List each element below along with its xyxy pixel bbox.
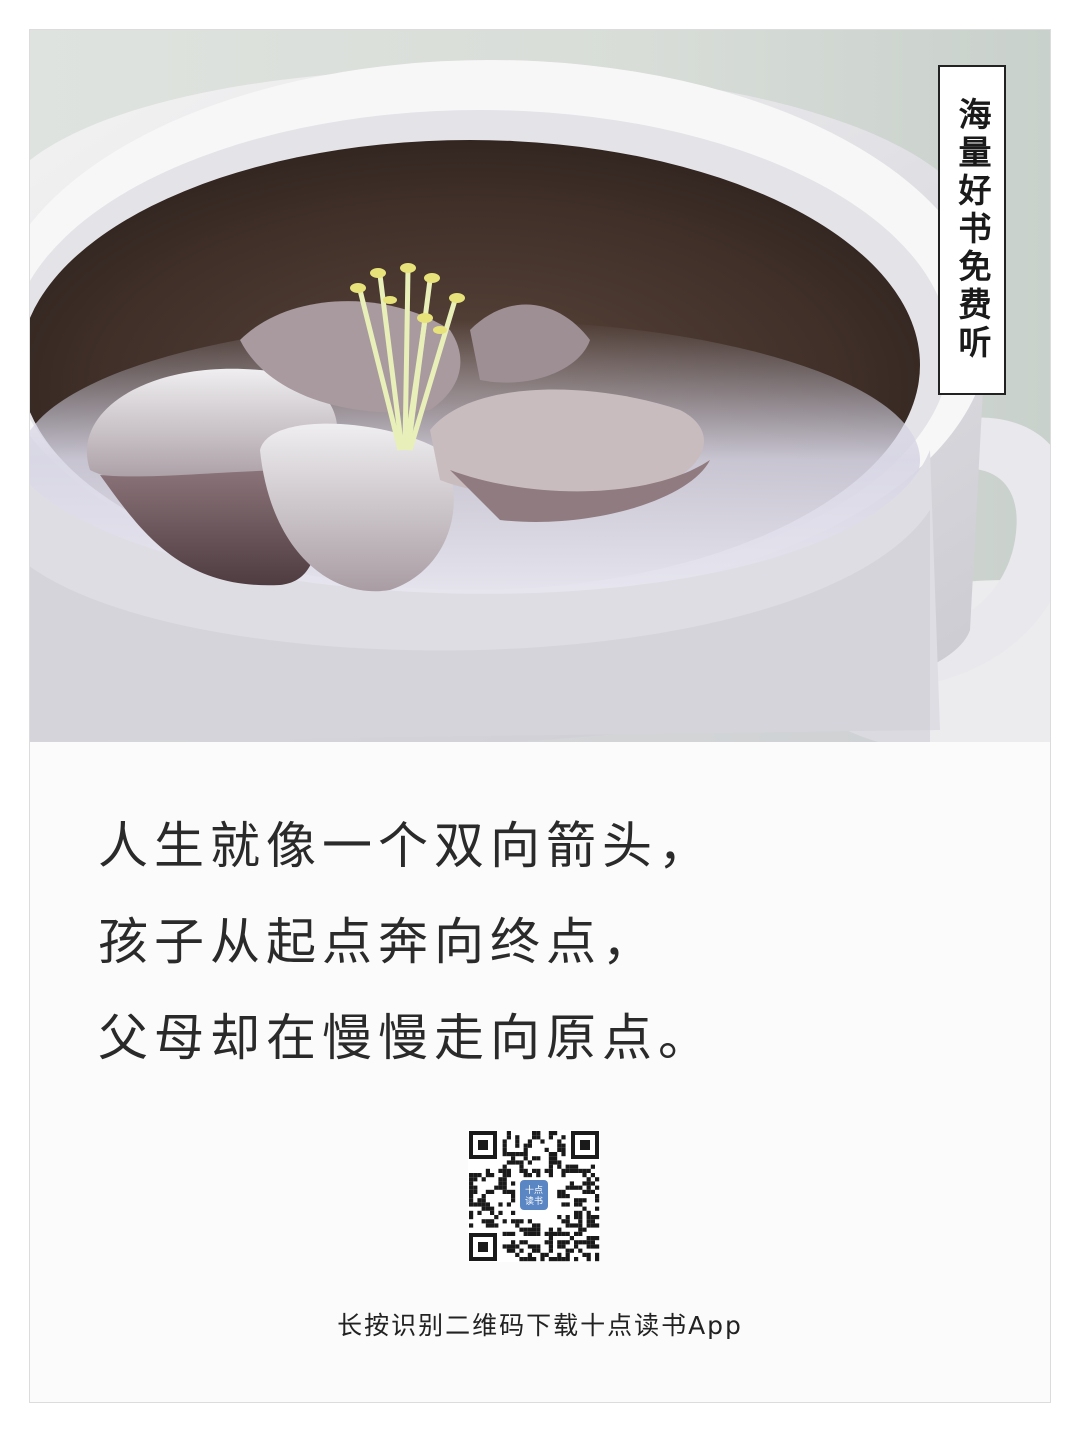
quote-line-3: 父母却在慢慢走向原点。 xyxy=(98,1009,714,1067)
quote-text: 人生就像一个双向箭头， 孩子从起点奔向终点， 父母却在慢慢走向原点。 xyxy=(98,798,998,1086)
qr-code-graphic: 十点 读书 xyxy=(468,1130,600,1262)
qr-code[interactable]: 十点 读书 xyxy=(468,1130,600,1262)
download-caption: 长按识别二维码下载十点读书App xyxy=(337,1311,743,1340)
qr-logo-text-2: 读书 xyxy=(525,1195,543,1207)
quote-line-1: 人生就像一个双向箭头， xyxy=(98,817,714,875)
tag-text: 海量好书免费听 xyxy=(953,97,992,363)
free-books-tag: 海量好书免费听 xyxy=(938,65,1006,395)
teacup-flower-photo xyxy=(30,30,1050,742)
poster-card: 海量好书免费听 人生就像一个双向箭头， 孩子从起点奔向终点， 父母却在慢慢走向原… xyxy=(29,29,1051,1403)
quote-line-2: 孩子从起点奔向终点， xyxy=(98,913,658,971)
qr-logo-text-1: 十点 xyxy=(525,1184,543,1196)
